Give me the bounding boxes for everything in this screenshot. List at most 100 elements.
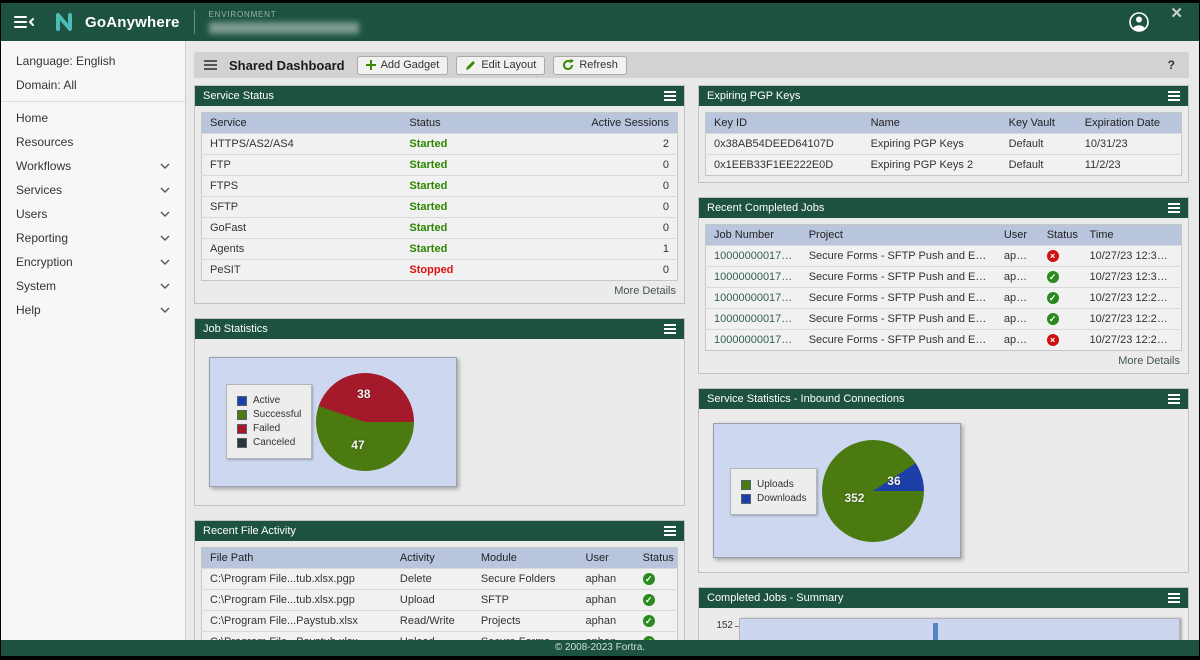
refresh-icon: [562, 59, 574, 71]
project: Secure Forms - SFTP Push and Encrypt: [801, 288, 996, 309]
service-status: Started: [401, 218, 558, 239]
gadget-title: Service Status: [203, 90, 664, 102]
table-row: 1000000001770Secure Forms - SFTP Push an…: [706, 309, 1182, 330]
gadget-expiring-pgp-keys: Expiring PGP Keys Key ID Name Key Vault: [698, 85, 1189, 183]
job-number-link[interactable]: 1000000001772: [706, 267, 801, 288]
more-details-link[interactable]: More Details: [201, 281, 678, 297]
gadget-menu-icon[interactable]: [664, 91, 676, 101]
gadget-header: Expiring PGP Keys: [699, 86, 1188, 106]
sidebar-item-reporting[interactable]: Reporting: [1, 226, 185, 250]
status-cell: ✓: [635, 632, 678, 641]
active-sessions: 0: [558, 218, 677, 239]
main-content: Shared Dashboard Add Gadget Edit Layout …: [186, 41, 1199, 640]
sidebar-item-workflows[interactable]: Workflows: [1, 154, 185, 178]
table-header-row: Job Number Project User Status Time: [706, 225, 1182, 246]
column-header: Key Vault: [1001, 113, 1077, 134]
help-button[interactable]: ?: [1168, 58, 1179, 72]
key-vault: Default: [1001, 155, 1077, 176]
module: SFTP: [473, 590, 578, 611]
gadget-menu-icon[interactable]: [1168, 593, 1180, 603]
status-cell: ✓: [635, 611, 678, 632]
sidebar-item-encryption[interactable]: Encryption: [1, 250, 185, 274]
sidebar-item-help[interactable]: Help: [1, 298, 185, 322]
gadget-menu-icon[interactable]: [1168, 91, 1180, 101]
user: aphan: [996, 330, 1039, 351]
sidebar-divider: [1, 101, 185, 102]
gadget-title: Expiring PGP Keys: [707, 90, 1168, 102]
project: Secure Forms - SFTP Push and Encrypt: [801, 267, 996, 288]
key-name: Expiring PGP Keys: [863, 134, 1001, 155]
status-icon: ✓: [643, 615, 655, 627]
service-status: Started: [401, 239, 558, 260]
account-icon[interactable]: [1128, 11, 1150, 33]
legend-item: Successful: [237, 409, 301, 420]
table-row: 1000000001771Secure Forms - SFTP Push an…: [706, 288, 1182, 309]
gadget-header: Job Statistics: [195, 319, 684, 339]
project: Secure Forms - SFTP Push and Encrypt: [801, 309, 996, 330]
column-header: Service: [202, 113, 402, 134]
edit-layout-label: Edit Layout: [481, 59, 536, 71]
legend-swatch-active: [237, 396, 247, 406]
sidebar-item-label: Home: [16, 111, 48, 125]
column-header: Activity: [392, 548, 473, 569]
job-time: 10/27/23 12:32:48 PM: [1082, 246, 1182, 267]
gadget-menu-icon[interactable]: [664, 324, 676, 334]
status-icon: ×: [1047, 250, 1059, 262]
refresh-button[interactable]: Refresh: [553, 56, 627, 75]
status-icon: ✓: [1047, 292, 1059, 304]
gadget-completed-jobs-summary: Completed Jobs - Summary 152 114: [698, 587, 1189, 640]
sidebar-item-label: Help: [16, 303, 41, 317]
edit-layout-button[interactable]: Edit Layout: [456, 56, 545, 75]
service-name: FTP: [202, 155, 402, 176]
chevron-down-icon: [160, 259, 170, 265]
pie-value-uploads: 352: [844, 491, 864, 505]
active-sessions: 0: [558, 260, 677, 281]
pie-chart: 352 36: [822, 440, 924, 542]
gadget-header: Completed Jobs - Summary: [699, 588, 1188, 608]
column-header: Project: [801, 225, 996, 246]
body-row: Language: English Domain: All Home Resou…: [1, 41, 1199, 640]
project: Secure Forms - SFTP Push and Encrypt: [801, 246, 996, 267]
sidebar-item-home[interactable]: Home: [1, 106, 185, 130]
job-number-link[interactable]: 1000000001771: [706, 288, 801, 309]
completed-jobs-summary-chart: 152 114: [705, 618, 1180, 640]
status-icon: ✓: [1047, 271, 1059, 283]
file-path: C:\Program File...tub.xlsx.pgp: [202, 590, 392, 611]
table-row: 1000000001772Secure Forms - SFTP Push an…: [706, 267, 1182, 288]
sidebar-item-users[interactable]: Users: [1, 202, 185, 226]
service-name: FTPS: [202, 176, 402, 197]
add-gadget-label: Add Gadget: [381, 59, 440, 71]
sidebar-item-system[interactable]: System: [1, 274, 185, 298]
legend-item: Canceled: [237, 437, 301, 448]
job-number-link[interactable]: 1000000001769: [706, 330, 801, 351]
more-details-link[interactable]: More Details: [705, 351, 1182, 367]
table-header-row: Service Status Active Sessions: [202, 113, 678, 134]
job-number-link[interactable]: 1000000001773: [706, 246, 801, 267]
user: aphan: [578, 590, 635, 611]
gadget-menu-icon[interactable]: [664, 526, 676, 536]
gadget-inbound-connections: Service Statistics - Inbound Connections…: [698, 388, 1189, 573]
dashboard-menu-icon[interactable]: [204, 60, 217, 70]
legend-label: Downloads: [757, 493, 806, 504]
gadget-menu-icon[interactable]: [1168, 394, 1180, 404]
legend-label: Failed: [253, 423, 280, 434]
sidebar-item-domain[interactable]: Domain: All: [1, 73, 185, 97]
sidebar-item-resources[interactable]: Resources: [1, 130, 185, 154]
sidebar-toggle-icon[interactable]: [13, 13, 37, 31]
close-icon[interactable]: ✕: [1170, 7, 1183, 21]
sidebar-item-language[interactable]: Language: English: [1, 49, 185, 73]
legend-swatch-uploads: [741, 480, 751, 490]
service-status-table: Service Status Active Sessions HTTPS/AS2…: [201, 112, 678, 281]
sidebar-item-label: Resources: [16, 135, 73, 149]
gadget-service-status: Service Status Service Status Active Ses…: [194, 85, 685, 304]
job-number-link[interactable]: 1000000001770: [706, 309, 801, 330]
legend-label: Successful: [253, 409, 301, 420]
left-column: Service Status Service Status Active Ses…: [194, 85, 685, 640]
active-sessions: 0: [558, 197, 677, 218]
sidebar-item-services[interactable]: Services: [1, 178, 185, 202]
service-status: Started: [401, 197, 558, 218]
add-gadget-button[interactable]: Add Gadget: [357, 56, 449, 75]
user: aphan: [996, 246, 1039, 267]
gadget-menu-icon[interactable]: [1168, 203, 1180, 213]
brand-name: GoAnywhere: [85, 14, 180, 31]
